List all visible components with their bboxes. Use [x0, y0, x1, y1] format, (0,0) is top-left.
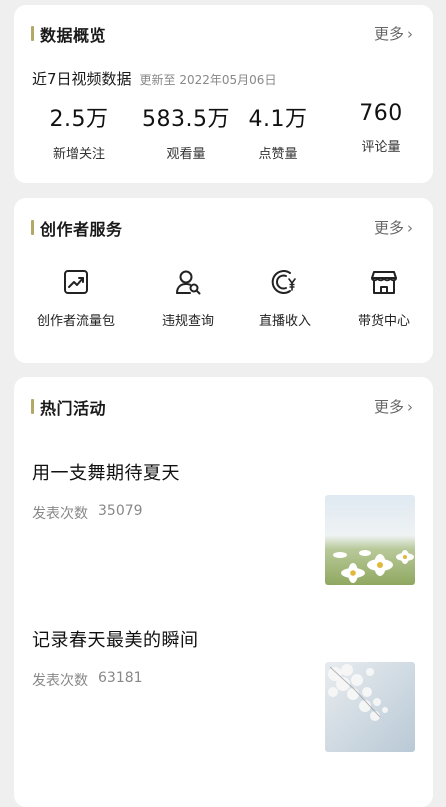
more-label: 更多 [373, 398, 404, 416]
accent-bar [31, 220, 34, 235]
hot-activities-header: 热门活动 更多 › [14, 377, 433, 433]
hot-activities-more-button[interactable]: 更多 › [374, 396, 413, 417]
data-overview-card: 数据概览 更多 › 近7日视频数据 更新至 2022年05月06日 2.5万 新… [14, 5, 433, 183]
video-data-subtitle-row: 近7日视频数据 更新至 2022年05月06日 [32, 68, 276, 89]
service-label: 直播收入 [258, 314, 311, 329]
creator-services-title: 创作者服务 [40, 220, 123, 239]
hot-activities-title: 热门活动 [40, 399, 107, 418]
stat-label: 评论量 [361, 140, 401, 155]
activity-title: 用一支舞期待夏天 [32, 463, 180, 484]
service-traffic-pack[interactable]: 创作者流量包 [26, 268, 126, 329]
chevron-right-icon: › [407, 218, 413, 237]
accent-bar [31, 26, 34, 41]
stat-value: 2.5万 [49, 107, 109, 132]
service-label: 带货中心 [357, 314, 410, 329]
activity-count: 63181 [98, 670, 143, 686]
data-overview-header: 数据概览 更多 › [14, 5, 433, 61]
accent-bar [31, 399, 34, 414]
user-search-icon [176, 270, 201, 295]
service-label: 创作者流量包 [36, 314, 115, 329]
stat-value: 760 [359, 101, 403, 126]
service-commerce-center[interactable]: 带货中心 [334, 268, 434, 329]
creator-services-header: 创作者服务 更多 › [14, 198, 433, 254]
activity-item[interactable]: 用一支舞期待夏天 发表次数 35079 [14, 459, 433, 585]
activity-meta: 发表次数 35079 [32, 503, 143, 523]
service-label: 违规查询 [161, 314, 214, 329]
yuan-coin-icon [271, 270, 296, 294]
stat-likes[interactable]: 4.1万 点赞量 [223, 101, 333, 162]
chevron-right-icon: › [407, 24, 413, 43]
stat-label: 点赞量 [258, 147, 298, 162]
activity-item[interactable]: 记录春天最美的瞬间 发表次数 63181 [14, 626, 433, 752]
activity-meta: 发表次数 63181 [32, 670, 143, 690]
more-label: 更多 [373, 25, 404, 43]
trend-chart-icon [64, 270, 88, 294]
stat-value: 4.1万 [248, 107, 308, 132]
stat-label: 新增关注 [52, 147, 105, 162]
hot-activities-card: 热门活动 更多 › 用一支舞期待夏天 发表次数 35079 记录春天最美的瞬间 … [14, 377, 433, 807]
stats-row: 2.5万 新增关注 583.5万 观看量 4.1万 点赞量 760 评论量 [14, 101, 436, 162]
activity-title: 记录春天最美的瞬间 [32, 630, 199, 651]
stat-comments[interactable]: 760 评论量 [326, 101, 436, 155]
store-icon [371, 271, 397, 294]
service-live-income[interactable]: 直播收入 [235, 268, 335, 329]
video-data-subtitle: 近7日视频数据 [32, 70, 132, 88]
more-label: 更多 [373, 219, 404, 237]
activity-meta-label: 发表次数 [32, 506, 88, 522]
data-overview-more-button[interactable]: 更多 › [374, 23, 413, 44]
update-date: 更新至 2022年05月06日 [139, 73, 277, 87]
chevron-right-icon: › [407, 397, 413, 416]
daisy-field-image [325, 495, 415, 585]
activity-count: 35079 [98, 503, 143, 519]
service-violation-check[interactable]: 违规查询 [138, 268, 238, 329]
stat-new-followers[interactable]: 2.5万 新增关注 [24, 101, 134, 162]
creator-services-card: 创作者服务 更多 › 创作者流量包 违规查询 直播收入 带货中心 [14, 198, 433, 363]
activity-meta-label: 发表次数 [32, 673, 88, 689]
data-overview-title: 数据概览 [40, 26, 107, 45]
creator-services-more-button[interactable]: 更多 › [374, 217, 413, 238]
white-blossom-image [325, 662, 415, 752]
